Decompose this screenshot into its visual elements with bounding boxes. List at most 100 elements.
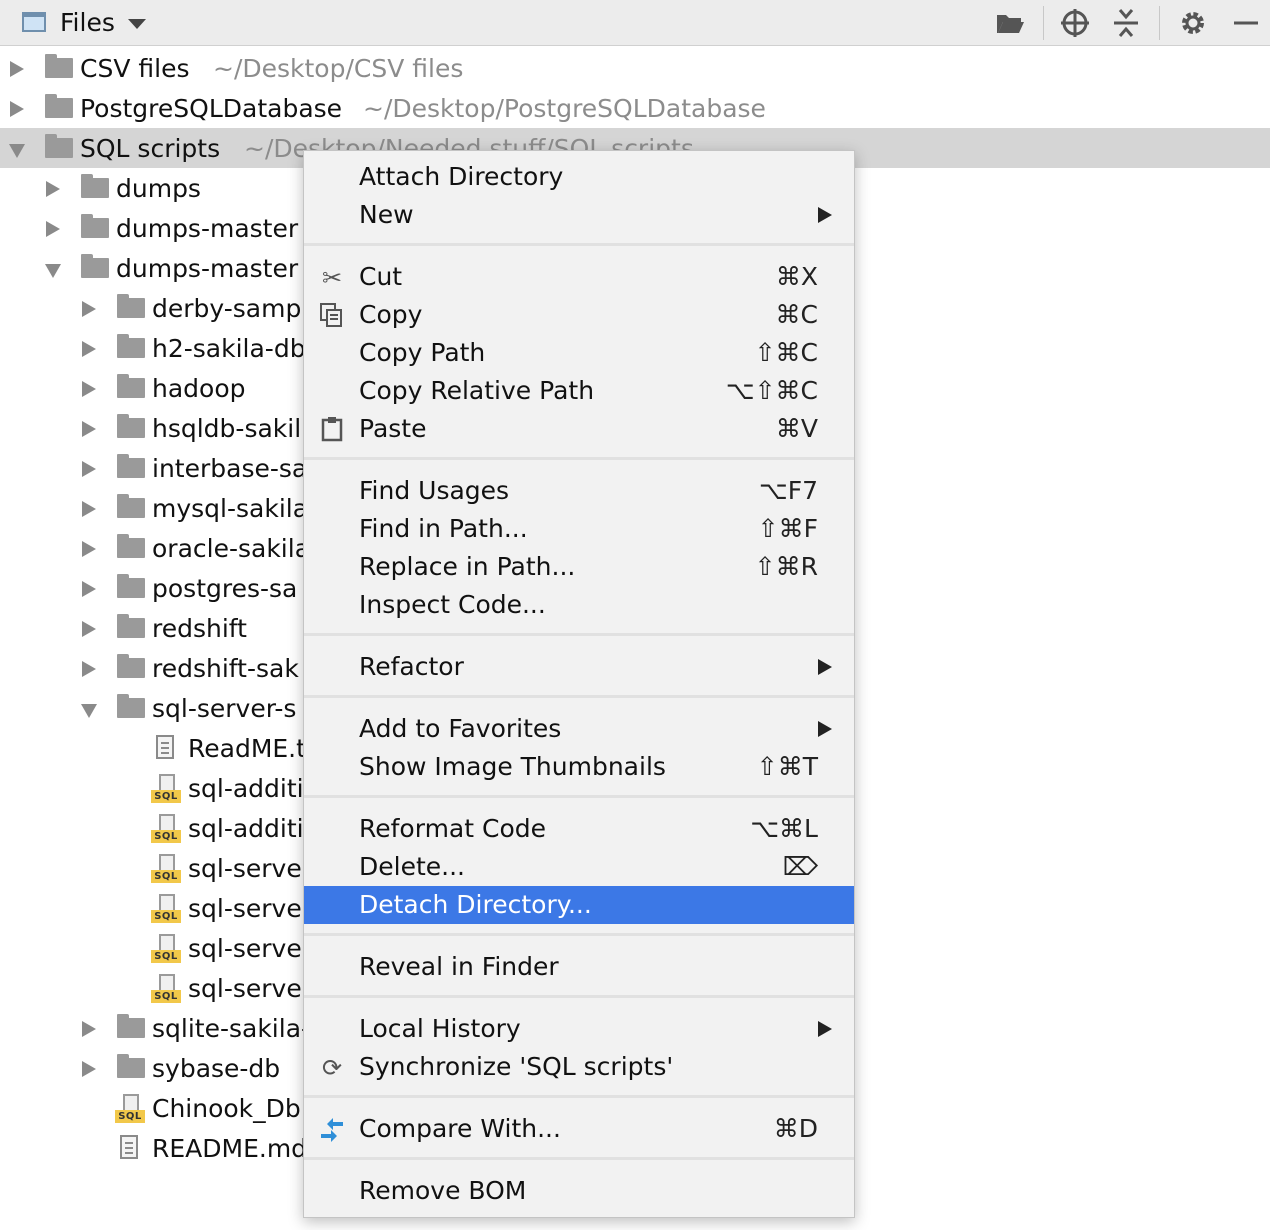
tree-item-label: redshift	[152, 614, 247, 643]
expand-arrow-icon[interactable]	[10, 101, 24, 117]
scissors-icon: ✂	[321, 264, 343, 292]
menu-item-remove-bom[interactable]: Remove BOM	[304, 1172, 854, 1210]
menu-item-copy-relative-path[interactable]: Copy Relative Path ⌥⇧⌘C	[304, 372, 854, 410]
collapse-arrow-icon[interactable]	[9, 144, 25, 158]
project-view-icon[interactable]	[22, 12, 46, 32]
expand-arrow-icon[interactable]	[82, 381, 96, 397]
folder-icon	[81, 214, 109, 238]
menu-item-add-to-favorites[interactable]: Add to Favorites	[304, 710, 854, 748]
submenu-arrow-icon	[818, 659, 832, 675]
menu-item-synchronize[interactable]: ⟳ Synchronize 'SQL scripts'	[304, 1048, 854, 1086]
expand-arrow-icon[interactable]	[46, 221, 60, 237]
sql-file-icon: SQL	[151, 974, 181, 1004]
tree-row-postgresqldatabase[interactable]: PostgreSQLDatabase ~/Desktop/PostgreSQLD…	[0, 88, 1270, 128]
folder-icon	[117, 534, 145, 558]
clipboard-icon	[318, 416, 346, 444]
menu-item-show-image-thumbnails[interactable]: Show Image Thumbnails ⇧⌘T	[304, 748, 854, 786]
menu-item-cut[interactable]: ✂ Cut ⌘X	[304, 258, 854, 296]
tree-item-label: dumps	[116, 174, 201, 203]
folder-icon	[117, 694, 145, 718]
tree-item-label: hsqldb-sakil	[152, 414, 302, 443]
tree-item-label: SQL scripts	[80, 134, 221, 163]
menu-item-new[interactable]: New	[304, 196, 854, 234]
folder-icon	[117, 1054, 145, 1078]
folder-icon	[81, 254, 109, 278]
folder-icon	[45, 94, 73, 118]
folder-icon	[117, 414, 145, 438]
expand-arrow-icon[interactable]	[82, 661, 96, 677]
menu-item-detach-directory[interactable]: Detach Directory...	[304, 886, 854, 924]
chevron-down-icon[interactable]	[128, 19, 146, 29]
tree-item-label: dumps-master	[116, 214, 299, 243]
open-folder-icon[interactable]	[994, 7, 1026, 39]
submenu-arrow-icon	[818, 721, 832, 737]
tree-item-label: CSV files	[80, 54, 190, 83]
tree-item-label: PostgreSQLDatabase	[80, 94, 343, 123]
tree-item-label: oracle-sakila	[152, 534, 311, 563]
menu-item-compare-with[interactable]: Compare With... ⌘D	[304, 1110, 854, 1148]
expand-arrow-icon[interactable]	[82, 301, 96, 317]
expand-arrow-icon[interactable]	[82, 461, 96, 477]
expand-arrow-icon[interactable]	[46, 181, 60, 197]
tree-item-label: sql-additi	[188, 774, 304, 803]
tree-item-label: mysql-sakila	[152, 494, 309, 523]
menu-separator	[304, 995, 854, 998]
tree-item-label: sybase-db	[152, 1054, 281, 1083]
menu-item-attach-directory[interactable]: Attach Directory	[304, 158, 854, 196]
sql-file-icon: SQL	[151, 774, 181, 804]
expand-arrow-icon[interactable]	[82, 581, 96, 597]
minimize-icon[interactable]	[1230, 7, 1262, 39]
menu-item-copy-path[interactable]: Copy Path ⇧⌘C	[304, 334, 854, 372]
tree-item-label: dumps-master	[116, 254, 299, 283]
expand-arrow-icon[interactable]	[82, 501, 96, 517]
expand-arrow-icon[interactable]	[82, 1061, 96, 1077]
menu-separator	[304, 795, 854, 798]
menu-item-find-in-path[interactable]: Find in Path... ⇧⌘F	[304, 510, 854, 548]
tree-item-path: ~/Desktop/PostgreSQLDatabase	[363, 94, 766, 123]
menu-separator	[304, 633, 854, 636]
collapse-arrow-icon[interactable]	[45, 264, 61, 278]
menu-item-refactor[interactable]: Refactor	[304, 648, 854, 686]
menu-separator	[304, 1095, 854, 1098]
tree-item-label: sql-serve	[188, 974, 302, 1003]
sql-file-icon: SQL	[151, 894, 181, 924]
menu-item-local-history[interactable]: Local History	[304, 1010, 854, 1048]
menu-item-paste[interactable]: Paste ⌘V	[304, 410, 854, 448]
menu-item-inspect-code[interactable]: Inspect Code...	[304, 586, 854, 624]
collapse-arrow-icon[interactable]	[81, 704, 97, 718]
tree-item-label: sql-serve	[188, 894, 302, 923]
menu-item-copy[interactable]: Copy ⌘C	[304, 296, 854, 334]
expand-arrow-icon[interactable]	[82, 341, 96, 357]
collapse-all-icon[interactable]	[1110, 7, 1142, 39]
menu-item-delete[interactable]: Delete... ⌦	[304, 848, 854, 886]
expand-arrow-icon[interactable]	[10, 61, 24, 77]
menu-separator	[304, 243, 854, 246]
gear-icon[interactable]	[1177, 7, 1209, 39]
folder-icon	[81, 174, 109, 198]
tree-item-label: README.md	[152, 1134, 308, 1163]
expand-arrow-icon[interactable]	[82, 541, 96, 557]
menu-separator	[304, 457, 854, 460]
menu-item-reveal-in-finder[interactable]: Reveal in Finder	[304, 948, 854, 986]
tree-item-label: sql-server-s	[152, 694, 297, 723]
folder-icon	[117, 614, 145, 638]
tree-item-label: redshift-sak	[152, 654, 299, 683]
menu-item-replace-in-path[interactable]: Replace in Path... ⇧⌘R	[304, 548, 854, 586]
expand-arrow-icon[interactable]	[82, 621, 96, 637]
expand-arrow-icon[interactable]	[82, 421, 96, 437]
locate-icon[interactable]	[1059, 7, 1091, 39]
folder-icon	[117, 334, 145, 358]
expand-arrow-icon[interactable]	[82, 1021, 96, 1037]
tree-item-label: sql-serve	[188, 854, 302, 883]
menu-item-reformat-code[interactable]: Reformat Code ⌥⌘L	[304, 810, 854, 848]
view-selector-label[interactable]: Files	[60, 8, 115, 37]
menu-item-find-usages[interactable]: Find Usages ⌥F7	[304, 472, 854, 510]
tree-item-label: Chinook_Db	[152, 1094, 301, 1123]
folder-icon	[117, 1014, 145, 1038]
folder-icon	[45, 134, 73, 158]
tree-item-label: sql-additi	[188, 814, 304, 843]
text-file-icon	[156, 735, 174, 759]
tree-item-label: sqlite-sakila-	[152, 1014, 311, 1043]
tree-row-csv-files[interactable]: CSV files ~/Desktop/CSV files	[0, 48, 1270, 88]
text-file-icon	[120, 1135, 138, 1159]
